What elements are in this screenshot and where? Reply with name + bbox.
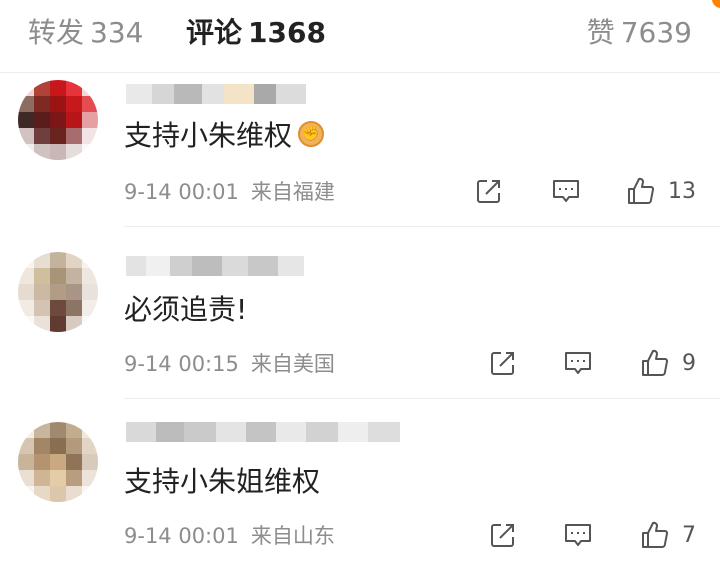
like-button[interactable] <box>640 348 670 378</box>
avatar[interactable] <box>18 252 98 332</box>
reply-button[interactable] <box>551 176 581 206</box>
comment-time: 9-14 00:01 <box>124 180 239 204</box>
like-count: 9 <box>682 351 696 376</box>
comment-item: 必须追责! 9-14 00:15 来自美国 9 <box>0 226 720 396</box>
comment-meta: 9-14 00:15 来自美国 <box>124 350 335 378</box>
avatar[interactable] <box>18 80 98 160</box>
like-count: 7 <box>682 523 696 548</box>
comment-item: 支持小朱维权 ✊ 9-14 00:01 来自福建 13 <box>0 72 720 224</box>
comment-icon <box>565 524 591 546</box>
nickname-redacted[interactable] <box>126 422 400 442</box>
tab-likes-label: 赞 <box>586 16 615 49</box>
tab-comments-label: 评论 <box>186 16 243 49</box>
repost-button[interactable] <box>488 520 518 550</box>
comment-location: 来自山东 <box>250 524 335 548</box>
repost-icon <box>477 180 500 203</box>
repost-button[interactable] <box>488 348 518 378</box>
tab-repost-count: 334 <box>90 16 144 49</box>
thumbs-up-icon <box>628 177 655 204</box>
like-button[interactable] <box>640 520 670 550</box>
like-count: 13 <box>668 179 696 204</box>
repost-icon <box>491 524 514 547</box>
fist-emoji-icon: ✊ <box>298 121 325 147</box>
comment-time: 9-14 00:01 <box>124 524 239 548</box>
comment-item: 支持小朱姐维权 9-14 00:01 来自山东 7 <box>0 398 720 567</box>
comment-text: 支持小朱维权 ✊ <box>124 118 325 154</box>
like-button[interactable] <box>626 176 656 206</box>
comment-meta: 9-14 00:01 来自山东 <box>124 522 335 550</box>
comment-icon <box>553 180 579 202</box>
nickname-redacted[interactable] <box>126 256 304 276</box>
comment-time: 9-14 00:15 <box>124 352 239 376</box>
comment-location: 来自福建 <box>250 180 335 204</box>
thumbs-up-icon <box>642 521 669 548</box>
tab-repost[interactable]: 转发 334 <box>28 15 143 51</box>
nickname-redacted[interactable] <box>126 84 306 104</box>
repost-icon <box>491 352 514 375</box>
repost-button[interactable] <box>474 176 504 206</box>
comment-meta: 9-14 00:01 来自福建 <box>124 178 335 206</box>
reply-button[interactable] <box>563 520 593 550</box>
tab-likes[interactable]: 赞 7639 <box>587 15 692 51</box>
comment-text: 支持小朱姐维权 <box>124 465 321 498</box>
avatar[interactable] <box>18 422 98 502</box>
comment-location: 来自美国 <box>250 352 335 376</box>
tab-repost-label: 转发 <box>28 16 85 49</box>
comment-text: 必须追责! <box>124 293 248 326</box>
tab-likes-count: 7639 <box>620 16 692 49</box>
tab-bar: 转发 334 评论 1368 赞 7639 <box>0 0 720 68</box>
comment-icon <box>565 352 591 374</box>
reply-button[interactable] <box>563 348 593 378</box>
thumbs-up-icon <box>642 349 669 376</box>
tab-comments-count: 1368 <box>248 16 326 49</box>
tab-comments[interactable]: 评论 1368 <box>186 15 326 51</box>
